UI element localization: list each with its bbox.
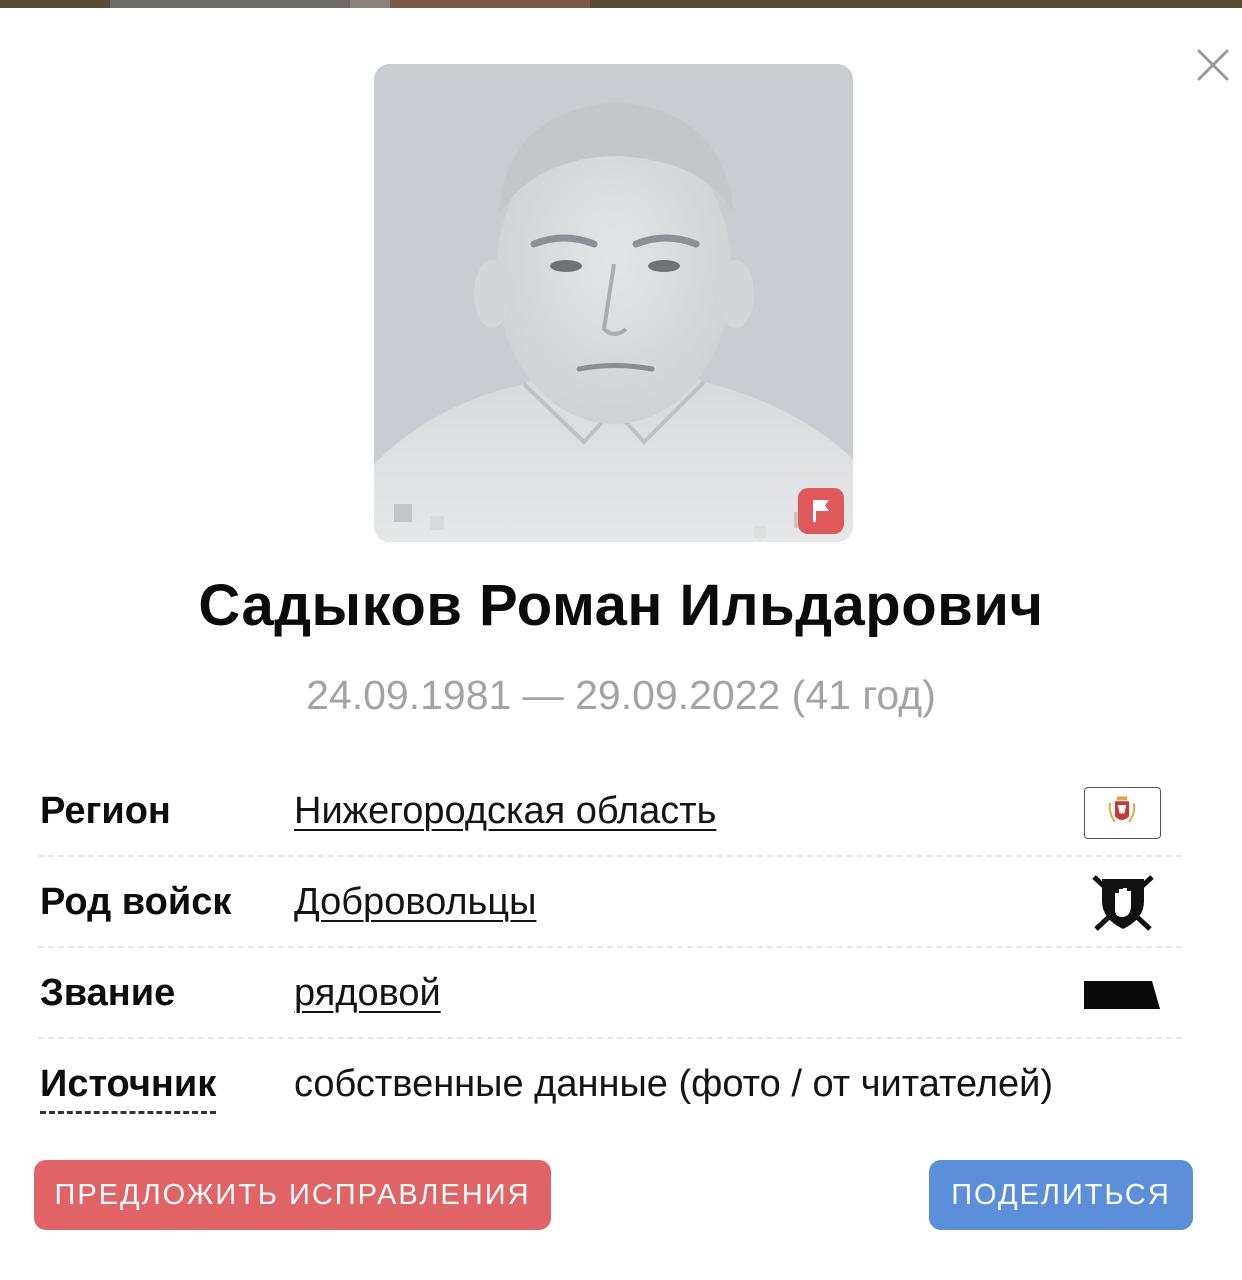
region-coat-of-arms-icon bbox=[1084, 787, 1161, 839]
background-strip bbox=[0, 0, 1242, 8]
rank-link[interactable]: рядовой bbox=[294, 968, 441, 1018]
info-row-branch: Род войск Добровольцы bbox=[38, 857, 1182, 948]
close-icon bbox=[1197, 49, 1229, 81]
person-name: Садыков Роман Ильдарович bbox=[198, 573, 1044, 638]
volunteers-emblem-icon bbox=[1088, 871, 1158, 935]
info-row-region: Регион Нижегородская область bbox=[38, 766, 1182, 857]
life-dates: 24.09.1981 — 29.09.2022 (41 год) bbox=[306, 672, 936, 718]
source-value: собственные данные (фото / от читателей) bbox=[294, 1063, 1054, 1105]
info-row-rank: Звание рядовой bbox=[38, 948, 1182, 1039]
info-row-source: Источник собственные данные (фото / от ч… bbox=[38, 1039, 1182, 1130]
branch-link[interactable]: Добровольцы bbox=[294, 877, 536, 927]
rank-insignia-icon bbox=[1084, 978, 1160, 1012]
close-button[interactable] bbox=[1190, 42, 1236, 88]
source-label[interactable]: Источник bbox=[40, 1061, 217, 1114]
region-link[interactable]: Нижегородская область bbox=[294, 786, 716, 836]
info-label: Род войск bbox=[40, 881, 232, 923]
flag-icon bbox=[813, 500, 829, 522]
info-table: Регион Нижегородская область Род войск Д… bbox=[38, 766, 1182, 1130]
report-flag-button[interactable] bbox=[798, 488, 844, 534]
portrait-image bbox=[374, 64, 853, 542]
info-label: Регион bbox=[40, 790, 171, 832]
share-button[interactable]: ПОДЕЛИТЬСЯ bbox=[929, 1160, 1193, 1230]
info-label: Звание bbox=[40, 972, 176, 1014]
suggest-corrections-button[interactable]: ПРЕДЛОЖИТЬ ИСПРАВЛЕНИЯ bbox=[34, 1160, 551, 1230]
portrait-photo bbox=[374, 64, 853, 542]
